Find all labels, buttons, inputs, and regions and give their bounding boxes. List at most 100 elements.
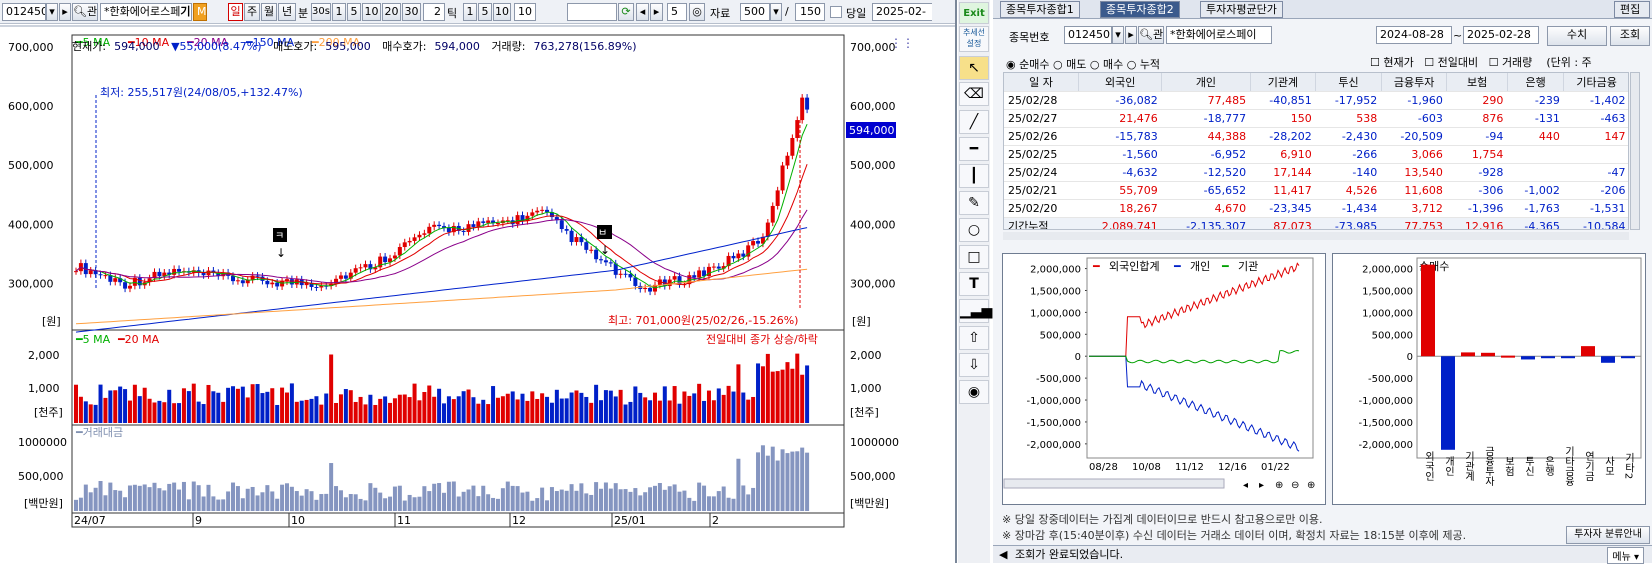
pencil-icon[interactable]: ✎ xyxy=(959,191,989,215)
tick-count-input[interactable]: 10 xyxy=(514,3,536,21)
query-button[interactable]: 수치 xyxy=(1547,26,1607,46)
right-next-icon[interactable]: ▸ xyxy=(1125,26,1137,44)
date-to-input[interactable]: 2025-02-28 xyxy=(1463,26,1539,44)
col-header[interactable]: 개인 xyxy=(1161,73,1251,92)
table-row[interactable]: 25/02/20 18,267 4,670 -23,345 -1,434 3,712 -1,… xyxy=(1004,199,1628,218)
edit-button[interactable]: 편집 xyxy=(1614,1,1650,18)
down-arrow-icon[interactable]: ⇩ xyxy=(959,353,989,377)
col-header[interactable]: 은행 xyxy=(1507,73,1565,92)
amount-bar xyxy=(348,494,353,511)
cursor-icon[interactable]: ↖ xyxy=(959,56,989,80)
trend-setting-button[interactable]: 추세선 설정 xyxy=(959,26,989,52)
right-search-icon[interactable]: 🔍︎관 xyxy=(1138,26,1164,44)
stock-code-input[interactable]: 012450 xyxy=(2,3,46,21)
candle xyxy=(265,280,270,285)
tick-10[interactable]: 10 xyxy=(493,3,511,21)
tab-investor-avg-price[interactable]: 투자자평균단가 xyxy=(1200,1,1283,18)
table-row[interactable]: 25/02/25 -1,560 -6,952 6,910 -266 3,066 1,754 xyxy=(1004,145,1628,164)
col-header[interactable]: 기관계 xyxy=(1250,73,1317,92)
rectangle-icon[interactable]: □ xyxy=(959,245,989,269)
period-year[interactable]: 년 xyxy=(278,3,296,21)
circle-icon[interactable]: ○ xyxy=(959,218,989,242)
prev-icon[interactable]: ◂ xyxy=(636,3,649,21)
tick-input[interactable]: 2 xyxy=(423,3,445,21)
memo-icon[interactable]: M xyxy=(193,3,207,21)
col-header[interactable]: 외국인 xyxy=(1078,73,1163,92)
table-row[interactable]: 25/02/27 21,476 -18,777 150 538 -603 876 -131 -4… xyxy=(1004,109,1628,128)
stock-chart[interactable]: 700,000 700,000 600,000 600,000 500,000 500,0… xyxy=(0,25,955,563)
cycle-icon[interactable]: ◉ xyxy=(959,380,989,404)
right-code-input[interactable]: 012450 xyxy=(1064,26,1112,44)
refresh-button[interactable]: 조회 xyxy=(1610,26,1650,46)
table-hscrollbar[interactable] xyxy=(1003,232,1629,240)
radio-sell[interactable]: ○ 매도 xyxy=(1053,58,1086,71)
next-arrow-icon[interactable]: ▸ xyxy=(59,3,71,21)
table-row[interactable]: 25/02/28 -36,082 77,485 -40,851 -17,952 -1,96… xyxy=(1004,91,1628,110)
bars-icon[interactable]: ▁▃▅ xyxy=(959,299,992,323)
total-input[interactable]: 150 xyxy=(795,3,825,21)
table-row[interactable]: 25/02/24 -4,632 -12,520 17,144 -140 13,540 -92… xyxy=(1004,163,1628,182)
right-code-dropdown-icon[interactable]: ▾ xyxy=(1112,26,1124,44)
vertical-line-icon[interactable]: ┃ xyxy=(959,164,989,188)
chk-change[interactable]: ☐ 전일대비 xyxy=(1424,56,1478,69)
min-1[interactable]: 1 xyxy=(332,3,346,21)
refresh-icon[interactable]: ⟳ xyxy=(618,3,634,21)
date-from-input[interactable]: 2024-08-28 xyxy=(1376,26,1452,44)
col-header[interactable]: 기타금융 xyxy=(1563,73,1628,92)
tick-1[interactable]: 1 xyxy=(463,3,477,21)
page-input[interactable]: 5 xyxy=(667,3,687,21)
min-5[interactable]: 5 xyxy=(347,3,361,21)
eraser-icon[interactable]: ⌫ xyxy=(959,82,989,106)
volume-bar xyxy=(186,391,191,423)
candle xyxy=(113,278,118,282)
minute-30s[interactable]: 30s xyxy=(311,3,331,21)
min-10[interactable]: 10 xyxy=(362,3,381,21)
tick-5[interactable]: 5 xyxy=(478,3,492,21)
code-dropdown-icon[interactable]: ▾ xyxy=(46,3,58,21)
chk-price[interactable]: ☐ 현재가 xyxy=(1370,56,1414,69)
investor-category-button[interactable]: 투자자 분류안내 xyxy=(1566,526,1650,544)
menu-button[interactable]: 메뉴 ▾ xyxy=(1607,547,1644,564)
exit-icon[interactable]: Exit xyxy=(959,2,989,24)
date-input[interactable]: 2025-02- xyxy=(872,3,932,21)
data-count-input[interactable]: 500 xyxy=(740,3,770,21)
period-month[interactable]: 월 xyxy=(261,3,277,21)
next-icon[interactable]: ▸ xyxy=(650,3,663,21)
col-header[interactable]: 금융투자 xyxy=(1381,73,1448,92)
radio-cumulative[interactable]: ○ 누적 xyxy=(1127,58,1160,71)
min-30[interactable]: 30 xyxy=(402,3,421,21)
investor-line-chart[interactable]: 2,000,000 1,500,000 1,000,000 500,000 0 -500,… xyxy=(1003,254,1325,504)
expand-icon[interactable]: ⋮⋮ xyxy=(890,36,914,50)
net-buy-bar xyxy=(1421,264,1435,357)
up-arrow-icon[interactable]: ⇧ xyxy=(959,326,989,350)
text-icon[interactable]: T xyxy=(959,272,989,296)
min-20[interactable]: 20 xyxy=(382,3,401,21)
trendline-icon[interactable]: ╱ xyxy=(959,110,989,134)
radio-net-buy[interactable]: ◉ 순매수 xyxy=(1006,58,1049,71)
tab-investor-summary-2[interactable]: 종목투자종합2 xyxy=(1100,1,1180,18)
data-dropdown-icon[interactable]: ▾ xyxy=(770,3,782,21)
chk-volume[interactable]: ☐ 거래량 xyxy=(1489,56,1533,69)
search-icon[interactable]: 🔍︎관 xyxy=(72,3,98,21)
period-day[interactable]: 일 xyxy=(228,3,243,21)
radio-buy[interactable]: ○ 매수 xyxy=(1090,58,1123,71)
horizontal-line-icon[interactable]: ━ xyxy=(959,137,989,161)
col-header[interactable]: 투신 xyxy=(1315,73,1382,92)
table-row[interactable]: 25/02/26 -15,783 44,388 -28,202 -2,430 -20,50… xyxy=(1004,127,1628,146)
today-checkbox[interactable] xyxy=(830,6,842,18)
splitter[interactable] xyxy=(955,0,957,563)
stock-name-field[interactable]: *한화에어로스페기 xyxy=(100,3,192,21)
period-week[interactable]: 주 xyxy=(244,3,260,21)
settings-icon[interactable]: ◎ xyxy=(689,3,705,21)
amount-bar xyxy=(270,491,275,511)
table-row[interactable]: 기간누적 2,089,741 -2,135,307 87,073 -73,985 77,7… xyxy=(1004,217,1628,229)
col-header[interactable]: 일 자 xyxy=(1004,73,1080,92)
col-header[interactable]: 보험 xyxy=(1446,73,1508,92)
right-name-field[interactable]: *한화에어로스페이 xyxy=(1166,26,1272,44)
tab-investor-summary-1[interactable]: 종목투자종합1 xyxy=(1000,1,1080,18)
table-scrollbar[interactable] xyxy=(1630,72,1640,230)
x-label: 12 xyxy=(512,514,526,527)
investor-bar-chart[interactable]: 2,000,000 1,500,000 1,000,000 500,000 0 -500,… xyxy=(1333,254,1645,504)
blank-input[interactable] xyxy=(567,3,617,21)
table-row[interactable]: 25/02/21 55,709 -65,652 11,417 4,526 11,608 -3… xyxy=(1004,181,1628,200)
